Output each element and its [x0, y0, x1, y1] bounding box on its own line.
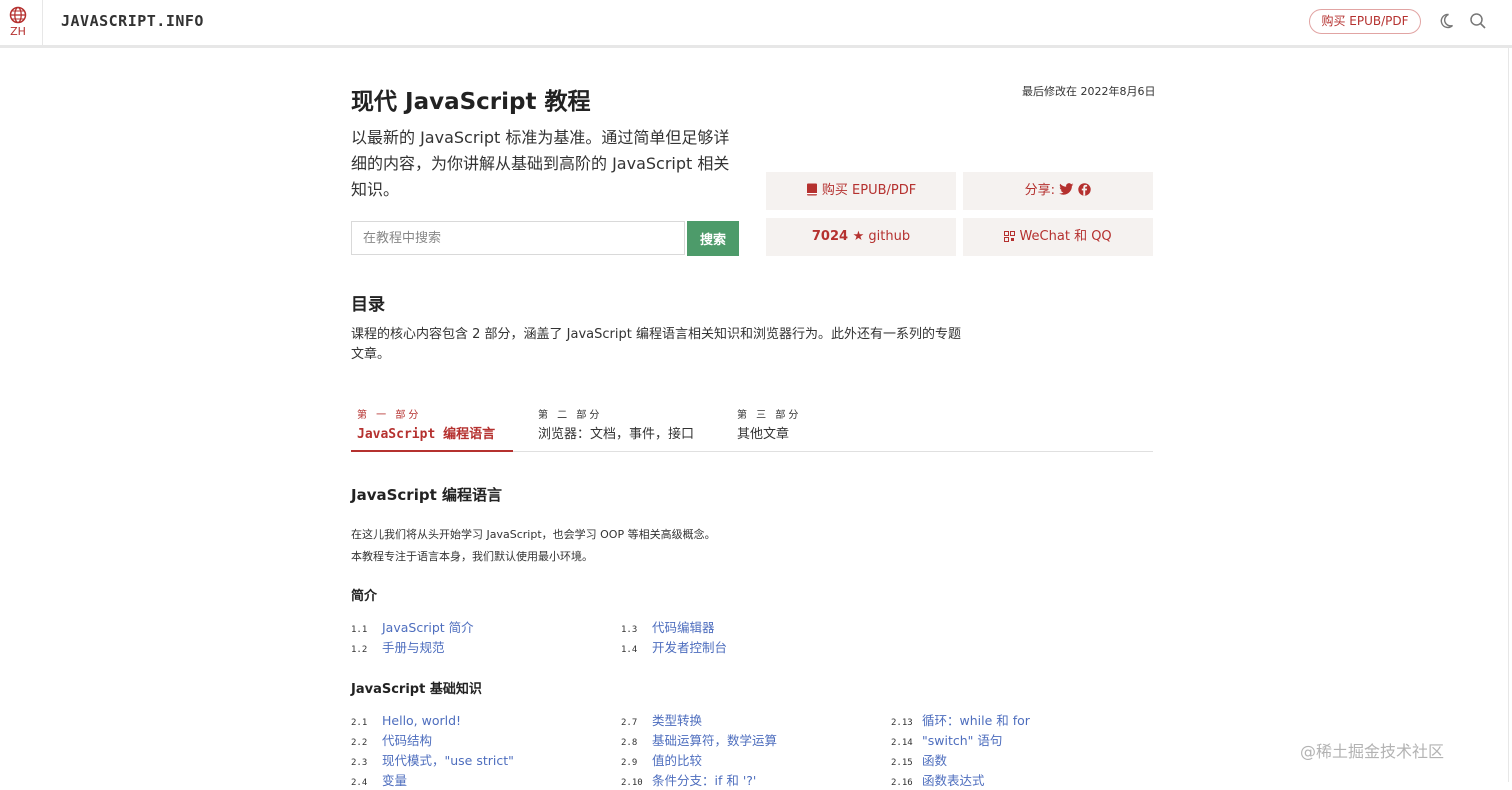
toc-title: 目录: [351, 295, 385, 315]
part-description: 在这儿我们将从头开始学习 JavaScript，也会学习 OOP 等相关高级概念…: [351, 524, 716, 568]
chapter-number: 2.16: [891, 778, 913, 788]
chapter-link[interactable]: 1.3 代码编辑器: [621, 617, 715, 637]
section-title-basics: JavaScript 基础知识: [351, 682, 482, 697]
tab-part-3-label: 其他文章: [737, 427, 790, 442]
part-description-line-1: 在这儿我们将从头开始学习 JavaScript，也会学习 OOP 等相关高级概念…: [351, 528, 716, 541]
chapter-title: 现代模式，"use strict": [382, 753, 514, 768]
chapter-title: Hello, world!: [382, 713, 462, 728]
chapter-number: 2.8: [621, 738, 638, 748]
tab-part-1[interactable]: 第 一 部分 JavaScript 编程语言: [357, 406, 495, 442]
chapter-title: JavaScript 简介: [382, 620, 474, 635]
chapter-title: 函数: [922, 753, 948, 768]
chapter-link[interactable]: 1.1 JavaScript 简介: [351, 617, 474, 637]
chapter-link[interactable]: 2.4 变量: [351, 770, 407, 790]
chapter-link[interactable]: 2.10 条件分支：if 和 '?': [621, 770, 756, 790]
chapter-title: 类型转换: [652, 713, 703, 728]
search-button[interactable]: 搜索: [687, 221, 739, 256]
chapter-title: 循环：while 和 for: [922, 713, 1030, 728]
chapter-number: 1.1: [351, 625, 368, 635]
chapter-title: 代码结构: [382, 733, 433, 748]
language-code: ZH: [10, 25, 26, 38]
chapter-link[interactable]: 1.4 开发者控制台: [621, 637, 727, 657]
tab-part-1-label: JavaScript 编程语言: [357, 427, 496, 442]
chapter-link[interactable]: 2.1 Hello, world!: [351, 710, 461, 730]
github-card[interactable]: 7024 ★ github: [766, 218, 956, 256]
facebook-icon[interactable]: [1078, 183, 1092, 196]
chapter-number: 2.15: [891, 758, 913, 768]
wechat-qq-card[interactable]: WeChat 和 QQ: [963, 218, 1153, 256]
chapter-number: 2.10: [621, 778, 643, 788]
chapter-link[interactable]: 2.9 值的比较: [621, 750, 702, 770]
part-description-line-2: 本教程专注于语言本身，我们默认使用最小环境。: [351, 550, 593, 563]
twitter-icon[interactable]: [1059, 183, 1074, 196]
chapter-title: 代码编辑器: [652, 620, 715, 635]
site-logo[interactable]: JAVASCRIPT.INFO: [61, 12, 204, 30]
wechat-qq-label: WeChat 和 QQ: [1019, 229, 1112, 244]
chapter-title: "switch" 语句: [922, 733, 1003, 748]
chapter-number: 1.4: [621, 645, 638, 655]
chapter-title: 变量: [382, 773, 408, 788]
chapter-link[interactable]: 2.15 函数: [891, 750, 947, 770]
chapter-number: 2.13: [891, 718, 913, 728]
chapter-number: 1.3: [621, 625, 638, 635]
chapter-link[interactable]: 1.2 手册与规范: [351, 637, 445, 657]
tab-part-2-number: 第 二 部分: [538, 410, 603, 421]
dark-mode-icon[interactable]: [1437, 12, 1455, 34]
chapter-number: 2.2: [351, 738, 368, 748]
chapter-number: 2.14: [891, 738, 913, 748]
buy-card-label: 购买 EPUB/PDF: [821, 183, 917, 198]
chapter-title: 条件分支：if 和 '?': [652, 773, 757, 788]
active-tab-indicator: [351, 450, 513, 452]
chapter-link[interactable]: 2.2 代码结构: [351, 730, 432, 750]
chapter-title: 值的比较: [652, 753, 703, 768]
github-label: github: [868, 229, 911, 244]
last-modified: 最后修改在 2022年8月6日: [1022, 85, 1156, 98]
chapter-link[interactable]: 2.8 基础运算符，数学运算: [621, 730, 777, 750]
chapter-link[interactable]: 2.13 循环：while 和 for: [891, 710, 1030, 730]
tab-part-3-number: 第 三 部分: [737, 410, 802, 421]
chapter-number: 2.4: [351, 778, 368, 788]
chapter-title: 函数表达式: [922, 773, 985, 788]
github-star-count: 7024 ★: [811, 229, 865, 244]
chapter-title: 基础运算符，数学运算: [652, 733, 778, 748]
top-bar: ZH JAVASCRIPT.INFO 购买 EPUB/PDF: [0, 0, 1512, 48]
chapter-number: 2.3: [351, 758, 368, 768]
chapter-number: 2.7: [621, 718, 638, 728]
chapter-link[interactable]: 2.7 类型转换: [621, 710, 702, 730]
section-title-intro: 简介: [351, 589, 378, 604]
tab-part-1-number: 第 一 部分: [357, 410, 422, 421]
chapter-number: 2.1: [351, 718, 368, 728]
buy-epub-pdf-button[interactable]: 购买 EPUB/PDF: [1309, 9, 1421, 34]
book-icon: [806, 183, 817, 196]
tab-part-2[interactable]: 第 二 部分 浏览器：文档，事件，接口: [538, 406, 694, 442]
part-title: JavaScript 编程语言: [351, 486, 502, 504]
tab-part-3[interactable]: 第 三 部分 其他文章: [737, 406, 801, 442]
scrollbar-track[interactable]: [1508, 48, 1509, 782]
chapter-number: 1.2: [351, 645, 368, 655]
toc-description: 课程的核心内容包含 2 部分，涵盖了 JavaScript 编程语言相关知识和浏…: [351, 327, 961, 362]
qrcode-icon: [1004, 231, 1016, 242]
page-title: 现代 JavaScript 教程: [351, 89, 591, 115]
chapter-title: 手册与规范: [382, 640, 445, 655]
tutorial-search-input[interactable]: [351, 221, 685, 255]
page-lead: 以最新的 JavaScript 标准为基准。通过简单但足够详细的内容，为你讲解从…: [351, 128, 730, 199]
chapter-link[interactable]: 2.16 函数表达式: [891, 770, 985, 790]
buy-epub-pdf-card[interactable]: 购买 EPUB/PDF: [766, 172, 956, 210]
chapter-link[interactable]: 2.14 "switch" 语句: [891, 730, 1002, 750]
chapter-number: 2.9: [621, 758, 638, 768]
search-icon[interactable]: [1469, 12, 1487, 34]
language-switcher[interactable]: ZH: [0, 0, 43, 45]
tab-part-2-label: 浏览器：文档，事件，接口: [538, 427, 695, 442]
chapter-link[interactable]: 2.3 现代模式，"use strict": [351, 750, 514, 770]
chapter-title: 开发者控制台: [652, 640, 728, 655]
share-label: 分享:: [1024, 183, 1056, 198]
share-card: 分享:: [963, 172, 1153, 210]
watermark: @稀土掘金技术社区: [1300, 742, 1445, 761]
